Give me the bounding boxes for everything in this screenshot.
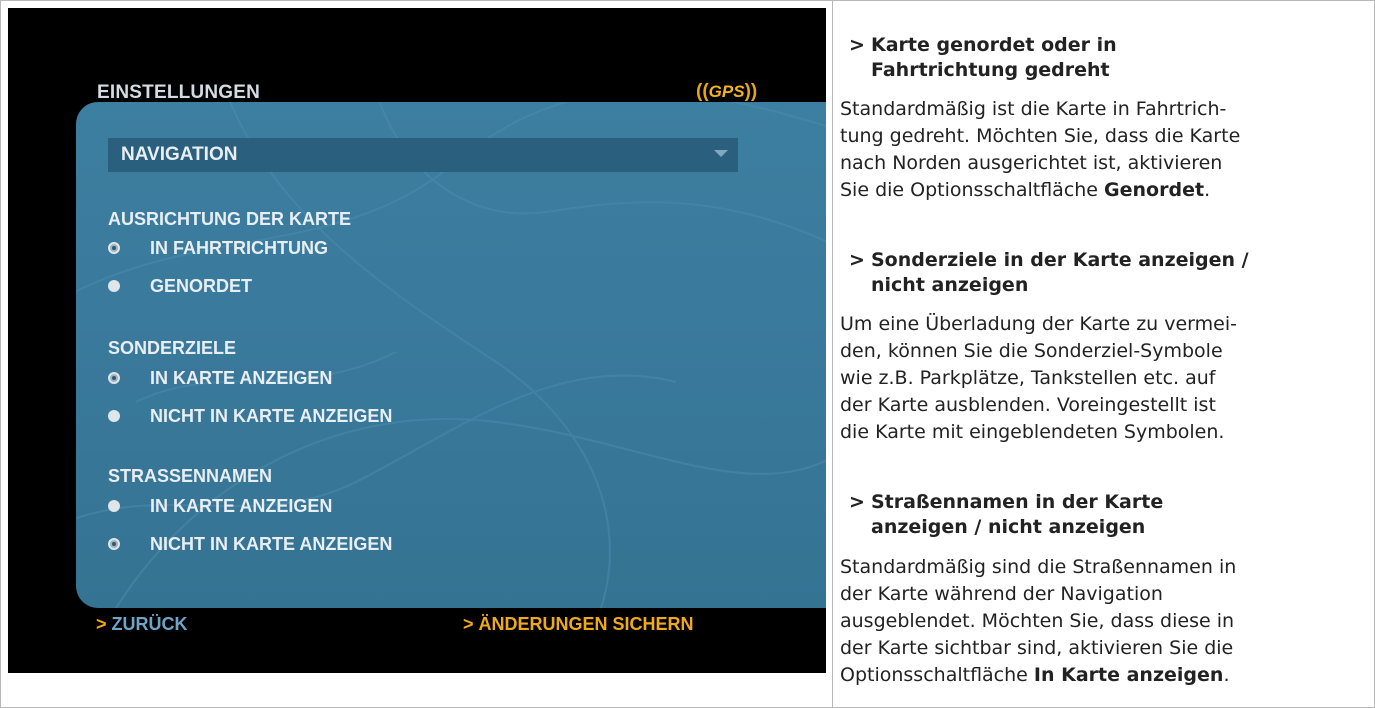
settings-panel: NAVIGATION AUSRICHTUNG DER KARTE IN FAHR… <box>76 102 826 608</box>
save-label: ÄNDERUNGEN SICHERN <box>478 614 694 634</box>
radio-option-poi-show[interactable]: IN KARTE ANZEIGEN <box>108 366 332 390</box>
gps-label: GPS <box>708 82 745 101</box>
arrow-right-icon: > <box>96 614 107 634</box>
option-label: NICHT IN KARTE ANZEIGEN <box>150 533 393 554</box>
heading-line: Fahrtrichtung gedreht <box>871 59 1110 81</box>
save-changes-button[interactable]: > ÄNDERUNGEN SICHERN <box>463 614 694 635</box>
radio-option-driving-direction[interactable]: IN FAHRTRICHTUNG <box>108 236 328 260</box>
body-end: . <box>1223 664 1230 686</box>
option-label: GENORDET <box>150 275 253 296</box>
heading-line: nicht anzeigen <box>871 274 1029 296</box>
body-end: . <box>1204 179 1211 201</box>
radio-unselected-icon <box>108 280 120 292</box>
body-emphasis: In Karte anzeigen <box>1033 664 1224 686</box>
radio-option-north-up[interactable]: GENORDET <box>108 274 252 298</box>
heading-line: Karte genordet oder in <box>871 34 1117 56</box>
chevron-down-icon <box>714 150 728 157</box>
section-heading-poi: > Sonderziele in der Karte anzeigen / ni… <box>846 248 1361 298</box>
group-heading-poi: SONDERZIELE <box>108 338 237 358</box>
option-label: IN KARTE ANZEIGEN <box>150 367 333 388</box>
section-body-poi: Um eine Überladung der Karte zu vermei- … <box>840 311 1365 446</box>
back-label: ZURÜCK <box>111 614 188 634</box>
column-divider <box>832 0 833 708</box>
group-heading-street-names: STRASSENNAMEN <box>108 466 273 486</box>
gps-bracket-open: (( <box>696 81 709 102</box>
device-screen: EINSTELLUNGEN ((GPS)) NAVIGATION AUSRICH… <box>8 8 826 673</box>
gps-bracket-close: )) <box>744 81 758 102</box>
heading-line: anzeigen / nicht anzeigen <box>871 516 1146 538</box>
category-dropdown[interactable]: NAVIGATION <box>108 138 738 172</box>
radio-option-poi-hide[interactable]: NICHT IN KARTE ANZEIGEN <box>108 404 392 428</box>
chevron-right-icon: > <box>849 34 865 56</box>
heading-line: Straßennamen in der Karte <box>871 491 1164 513</box>
body-text: Um eine Überladung der Karte zu vermei- … <box>840 313 1237 443</box>
dropdown-value: NAVIGATION <box>121 144 238 165</box>
chevron-right-icon: > <box>849 491 865 513</box>
radio-selected-icon <box>108 538 120 550</box>
option-label: IN FAHRTRICHTUNG <box>150 237 328 258</box>
group-heading-map-orientation: AUSRICHTUNG DER KARTE <box>108 209 351 229</box>
section-heading-street-names: > Straßennamen in der Karte anzeigen / n… <box>846 490 1361 540</box>
radio-selected-icon <box>108 242 120 254</box>
arrow-right-icon: > <box>463 614 474 634</box>
radio-unselected-icon <box>108 410 120 422</box>
radio-selected-icon <box>108 372 120 384</box>
section-body-street-names: Standardmäßig sind die Straßennamen in d… <box>840 554 1365 689</box>
chevron-right-icon: > <box>849 249 865 271</box>
radio-option-streets-show[interactable]: IN KARTE ANZEIGEN <box>108 494 332 518</box>
option-label: IN KARTE ANZEIGEN <box>150 495 333 516</box>
radio-unselected-icon <box>108 500 120 512</box>
section-body-orientation: Standardmäßig ist die Karte in Fahrtrich… <box>840 96 1365 204</box>
option-label: NICHT IN KARTE ANZEIGEN <box>150 405 393 426</box>
radio-option-streets-hide[interactable]: NICHT IN KARTE ANZEIGEN <box>108 532 392 556</box>
heading-line: Sonderziele in der Karte anzeigen / <box>871 249 1249 271</box>
body-emphasis: Genordet <box>1104 179 1205 201</box>
back-button[interactable]: > ZURÜCK <box>96 614 188 635</box>
screen-title: EINSTELLUNGEN <box>97 82 261 103</box>
section-heading-orientation: > Karte genordet oder in Fahrtrichtung g… <box>846 33 1361 83</box>
gps-status-badge: ((GPS)) <box>696 81 757 103</box>
